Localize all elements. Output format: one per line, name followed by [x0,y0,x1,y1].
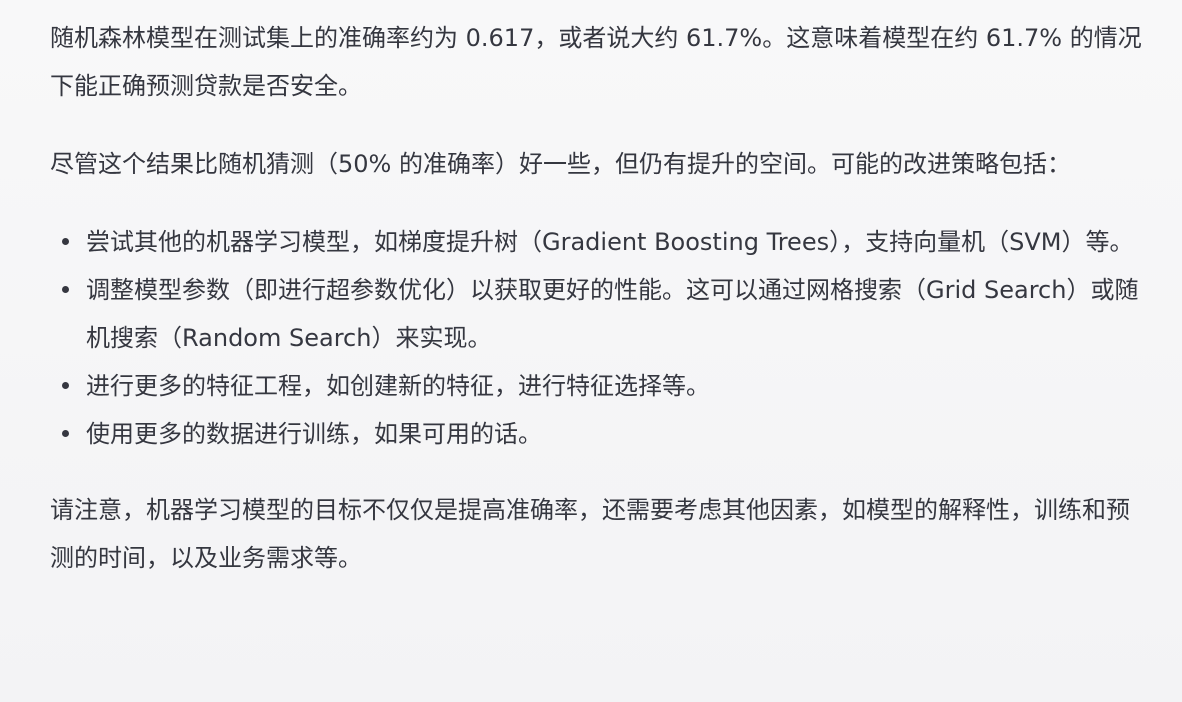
list-item-text: 使用更多的数据进行训练，如果可用的话。 [86,420,542,448]
list-item: 使用更多的数据进行训练，如果可用的话。 [50,410,1146,458]
bullet-dot-icon [62,430,69,437]
assistant-message: 随机森林模型在测试集上的准确率约为 0.617，或者说大约 61.7%。这意味着… [0,0,1182,702]
improvement-strategy-list: 尝试其他的机器学习模型，如梯度提升树（Gradient Boosting Tre… [50,218,1146,458]
list-item-text: 尝试其他的机器学习模型，如梯度提升树（Gradient Boosting Tre… [86,228,1134,256]
list-item-text: 调整模型参数（即进行超参数优化）以获取更好的性能。这可以通过网格搜索（Grid … [86,276,1139,352]
list-item-text: 进行更多的特征工程，如创建新的特征，进行特征选择等。 [86,372,710,400]
list-item: 尝试其他的机器学习模型，如梯度提升树（Gradient Boosting Tre… [50,218,1146,266]
closing-note-paragraph: 请注意，机器学习模型的目标不仅仅是提高准确率，还需要考虑其他因素，如模型的解释性… [50,496,1130,572]
bullet-dot-icon [62,382,69,389]
accuracy-summary-paragraph: 随机森林模型在测试集上的准确率约为 0.617，或者说大约 61.7%。这意味着… [50,24,1142,100]
list-item: 进行更多的特征工程，如创建新的特征，进行特征选择等。 [50,362,1146,410]
improvement-intro-paragraph: 尽管这个结果比随机猜测（50% 的准确率）好一些，但仍有提升的空间。可能的改进策… [50,150,1071,178]
list-item: 调整模型参数（即进行超参数优化）以获取更好的性能。这可以通过网格搜索（Grid … [50,266,1146,362]
bullet-dot-icon [62,286,69,293]
bullet-dot-icon [62,238,69,245]
